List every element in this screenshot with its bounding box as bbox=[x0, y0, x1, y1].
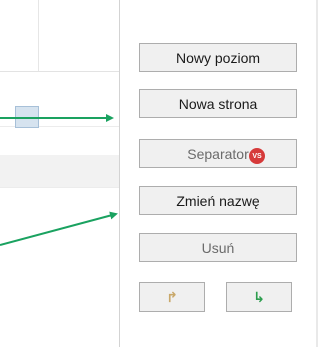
delete-button[interactable]: Usuń bbox=[139, 233, 297, 262]
list-header-row bbox=[0, 0, 120, 72]
list-row-band bbox=[0, 155, 120, 187]
page-list-pane bbox=[0, 0, 120, 347]
move-up-button[interactable]: ↱ bbox=[139, 282, 205, 312]
new-level-button[interactable]: Nowy poziom bbox=[139, 43, 297, 72]
rename-button[interactable]: Zmień nazwę bbox=[139, 186, 297, 215]
move-down-button[interactable]: ↳ bbox=[226, 282, 292, 312]
curved-arrow-up-icon: ↱ bbox=[166, 289, 178, 305]
vs-badge-icon: VS bbox=[249, 148, 265, 164]
selected-cell[interactable] bbox=[15, 106, 39, 128]
curved-arrow-down-icon: ↳ bbox=[253, 289, 265, 305]
new-page-button[interactable]: Nowa strona bbox=[139, 89, 297, 118]
separator-button[interactable]: Separator bbox=[139, 139, 297, 168]
panel-edge bbox=[316, 0, 318, 347]
header-column-divider bbox=[38, 0, 39, 71]
row-divider bbox=[0, 187, 120, 188]
